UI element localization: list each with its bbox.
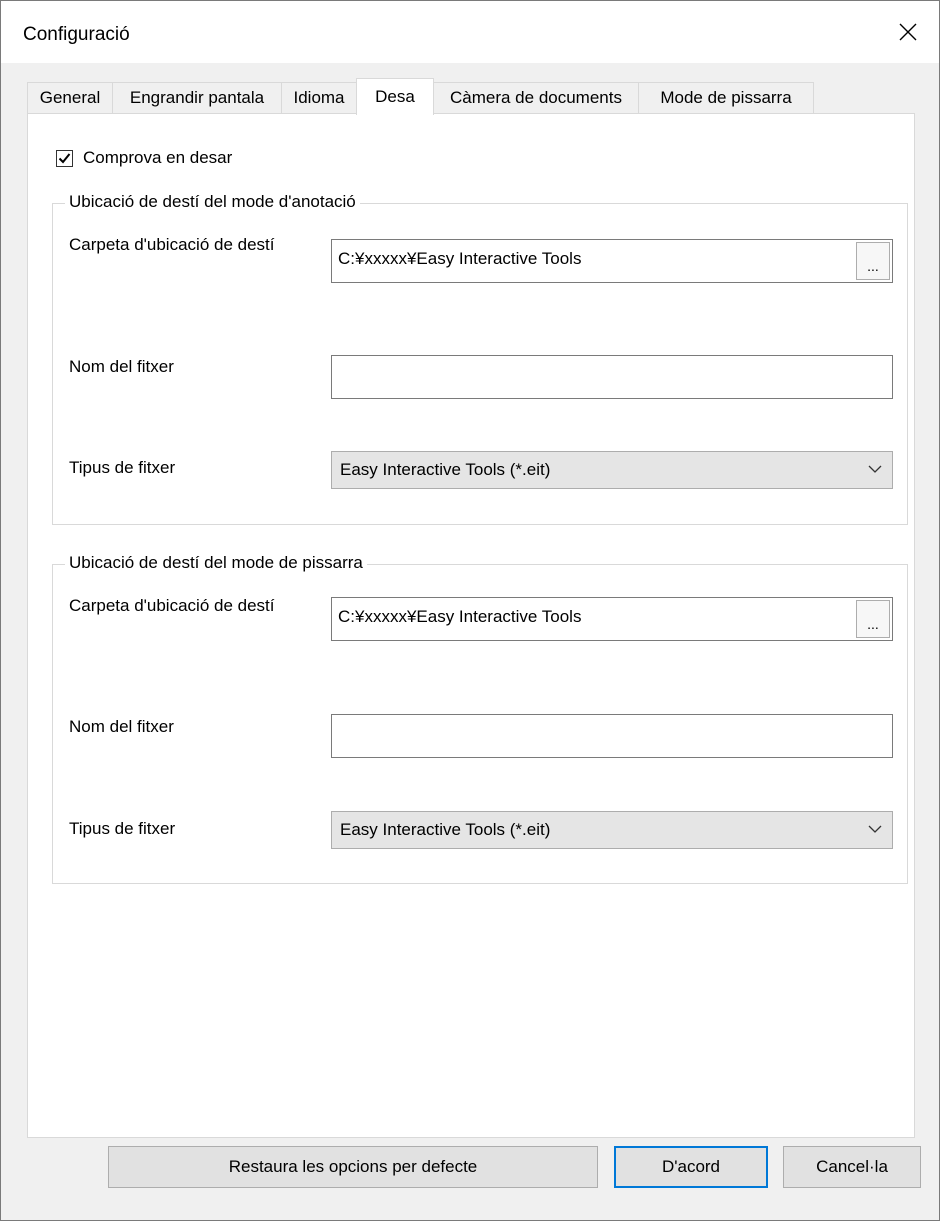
group-title: Ubicació de destí del mode d'anotació <box>65 192 360 212</box>
title-bar: Configuració <box>1 1 939 63</box>
tab-label: General <box>39 88 101 107</box>
tab-save[interactable]: Desa <box>356 78 434 115</box>
button-label: D'acord <box>661 1157 721 1176</box>
annotation-filetype-select[interactable]: Easy Interactive Tools (*.eit) <box>331 451 893 489</box>
chevron-down-icon <box>868 825 882 833</box>
whiteboard-browse-button[interactable]: ... <box>856 600 890 638</box>
filetype-value: Easy Interactive Tools (*.eit) <box>340 820 551 839</box>
tab-document-camera[interactable]: Càmera de documents <box>433 82 639 113</box>
close-icon <box>899 23 917 41</box>
folder-label: Carpeta d'ubicació de destí <box>69 235 275 254</box>
tab-general[interactable]: General <box>27 82 113 113</box>
save-tab-panel: Comprova en desar Ubicació de destí del … <box>27 113 915 1138</box>
folder-path-value: C:¥xxxxx¥Easy Interactive Tools <box>338 607 582 626</box>
tab-whiteboard-mode[interactable]: Mode de pissarra <box>638 82 814 113</box>
filename-label: Nom del fitxer <box>69 717 174 736</box>
check-on-save-label: Comprova en desar <box>83 148 233 167</box>
cancel-button[interactable]: Cancel·la <box>783 1146 921 1188</box>
whiteboard-filename-input[interactable] <box>331 714 893 758</box>
annotation-filename-input[interactable] <box>331 355 893 399</box>
button-label: Restaura les opcions per defecte <box>228 1157 478 1176</box>
group-title: Ubicació de destí del mode de pissarra <box>65 553 367 573</box>
annotation-folder-field[interactable]: C:¥xxxxx¥Easy Interactive Tools ... <box>331 239 893 283</box>
ok-button[interactable]: D'acord <box>614 1146 768 1188</box>
browse-button-label: ... <box>867 616 879 632</box>
button-label: Cancel·la <box>816 1157 888 1176</box>
window-title: Configuració <box>23 24 130 45</box>
browse-button-label: ... <box>867 258 879 274</box>
tab-language[interactable]: Idioma <box>281 82 357 113</box>
whiteboard-destination-group: Ubicació de destí del mode de pissarra C… <box>52 553 908 884</box>
filetype-label: Tipus de fitxer <box>69 458 176 477</box>
whiteboard-filetype-select[interactable]: Easy Interactive Tools (*.eit) <box>331 811 893 849</box>
check-on-save-option[interactable]: Comprova en desar <box>56 148 232 168</box>
folder-label: Carpeta d'ubicació de destí <box>69 596 275 615</box>
tab-label: Mode de pissarra <box>660 88 792 107</box>
filetype-value: Easy Interactive Tools (*.eit) <box>340 460 551 479</box>
filename-label: Nom del fitxer <box>69 357 174 376</box>
tab-label: Engrandir pantala <box>129 88 265 107</box>
tab-label: Càmera de documents <box>450 88 622 107</box>
tab-label: Desa <box>375 87 415 106</box>
checkmark-icon <box>58 152 71 163</box>
annotation-browse-button[interactable]: ... <box>856 242 890 280</box>
tab-screen-magnify[interactable]: Engrandir pantala <box>112 82 282 113</box>
check-on-save-checkbox[interactable] <box>56 149 73 167</box>
settings-dialog: Configuració General Engrandir pantala I… <box>0 0 940 1221</box>
folder-path-value: C:¥xxxxx¥Easy Interactive Tools <box>338 249 582 268</box>
filetype-label: Tipus de fitxer <box>69 819 176 838</box>
tab-label: Idioma <box>293 88 345 107</box>
whiteboard-folder-field[interactable]: C:¥xxxxx¥Easy Interactive Tools ... <box>331 597 893 641</box>
annotation-destination-group: Ubicació de destí del mode d'anotació Ca… <box>52 192 908 525</box>
close-button[interactable] <box>877 1 939 63</box>
restore-defaults-button[interactable]: Restaura les opcions per defecte <box>108 1146 598 1188</box>
chevron-down-icon <box>868 465 882 473</box>
